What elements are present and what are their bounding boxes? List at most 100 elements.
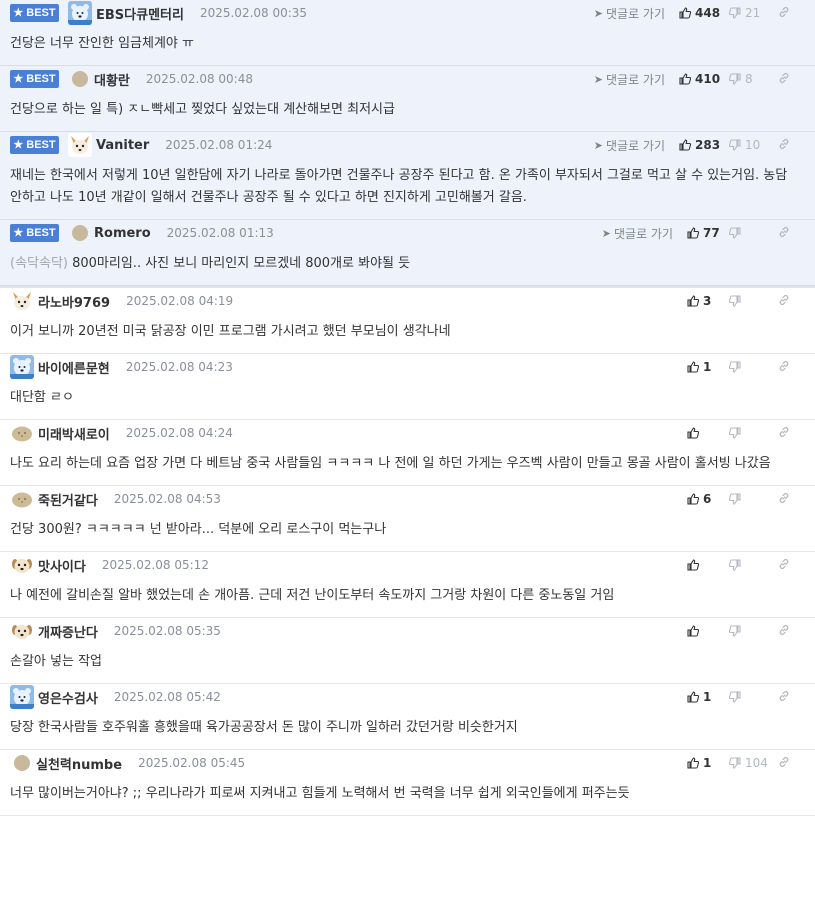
avatar[interactable] [10,685,34,709]
comment-text: 재네는 한국에서 저렇게 10년 일한담에 자기 나라로 돌아가면 건물주나 공… [10,168,788,205]
link-icon[interactable] [777,756,791,771]
link-icon[interactable] [777,558,791,573]
comment-body: 건당은 너무 잔인한 임금체계야 ㅠ [10,26,805,65]
link-icon[interactable] [777,360,791,375]
nickname[interactable]: Vaniter [96,138,149,153]
nickname[interactable]: 맛사이다 [38,556,86,575]
comment-header: 영은수검사 2025.02.08 05:42 ➤댓글로 가기 1 [10,684,805,710]
link-icon[interactable] [777,492,791,507]
downvote-button[interactable]: 8 [729,72,769,86]
go-to-reply-link[interactable]: ➤ 댓글로 가기 [602,225,673,242]
comment-text: 나 예전에 갈비손질 알바 했었는데 손 개아픔. 근데 저건 난이도부터 속도… [10,588,615,603]
upvote-count: 1 [703,360,712,374]
comment-header: 라노바9769 2025.02.08 04:19 ➤댓글로 가기 3 [10,288,805,314]
upvote-button[interactable]: 1 [687,690,727,704]
downvote-button[interactable] [729,559,769,571]
go-to-reply-link[interactable]: ➤ 댓글로 가기 [594,137,665,154]
upvote-count: 3 [703,294,712,308]
nickname[interactable]: 라노바9769 [38,292,110,311]
thumbs-up-icon [679,7,691,19]
nickname[interactable]: 영은수검사 [38,688,98,707]
downvote-button[interactable] [729,427,769,439]
upvote-button[interactable]: 6 [687,492,727,506]
go-to-reply-link[interactable]: ➤ 댓글로 가기 [594,71,665,88]
nickname[interactable]: 실천력numbe [36,754,122,773]
downvote-button[interactable]: 21 [729,6,769,20]
nickname[interactable]: EBS다큐멘터리 [96,4,184,23]
link-icon[interactable] [777,72,791,87]
thumbs-down-icon [729,691,741,703]
upvote-button[interactable]: 77 [687,226,727,240]
downvote-button[interactable] [729,691,769,703]
link-icon[interactable] [777,690,791,705]
upvote-count: 410 [695,72,721,86]
downvote-button[interactable] [729,361,769,373]
downvote-button[interactable]: 104 [729,756,769,770]
avatar[interactable] [10,289,34,313]
nickname[interactable]: 바이에른문현 [38,358,110,377]
comment-actions: ➤댓글로 가기 [602,552,791,578]
link-icon[interactable] [777,6,791,21]
comment-actions: ➤댓글로 가기 1 [602,684,791,710]
avatar[interactable] [10,355,34,379]
comment-date: 2025.02.08 05:42 [113,690,221,704]
comment-header: ★ BEST 대황란 2025.02.08 00:48 ➤ 댓글로 가기 410 8 [10,66,805,92]
comment-body: 대단함 ㄹㅇ [10,380,805,419]
nickname[interactable]: 대황란 [94,70,130,89]
thumbs-up-icon [687,691,699,703]
downvote-button[interactable] [729,295,769,307]
avatar[interactable] [10,487,34,511]
upvote-button[interactable]: 1 [687,756,727,770]
upvote-button[interactable]: 3 [687,294,727,308]
thumbs-down-icon [729,361,741,373]
avatar[interactable] [68,1,92,25]
comment-actions: ➤ 댓글로 가기 283 10 [594,132,791,158]
upvote-button[interactable]: 448 [679,6,727,20]
comment-body: 건당 300원? ㅋㅋㅋㅋㅋ 넌 받아라... 덕분에 오리 로스구이 먹는구나 [10,512,805,551]
comment-list: ★ BEST EBS다큐멘터리 2025.02.08 00:35 ➤ 댓글로 가기 … [0,0,815,816]
downvote-count: 21 [745,6,761,20]
comment-prefix: (속닥속닥) [10,256,68,271]
upvote-button[interactable]: 410 [679,72,727,86]
comment-actions: ➤댓글로 가기 [602,420,791,446]
link-icon[interactable] [777,294,791,309]
downvote-count: 8 [745,72,753,86]
go-to-reply-link[interactable]: ➤ 댓글로 가기 [594,5,665,22]
upvote-button[interactable] [687,625,727,637]
upvote-button[interactable] [687,559,727,571]
comment-text: 손갈아 넣는 작업 [10,654,102,669]
nickname[interactable]: 개짜증난다 [38,622,98,641]
comment-date: 2025.02.08 05:35 [113,624,221,638]
avatar[interactable] [10,553,34,577]
avatar-dot[interactable] [72,225,88,241]
thumbs-down-icon [729,493,741,505]
comment-date: 2025.02.08 01:13 [166,226,274,240]
downvote-button[interactable] [729,625,769,637]
comment-text: 건당으로 하는 일 특) ㅈㄴ빡세고 찢었다 싶었는대 계산해보면 최저시급 [10,102,395,117]
comment-body: 손갈아 넣는 작업 [10,644,805,683]
downvote-button[interactable] [729,227,769,239]
best-badge-label: BEST [26,7,56,19]
avatar[interactable] [10,421,34,445]
send-icon: ➤ [593,72,603,86]
best-badge-label: BEST [26,73,56,85]
avatar-dot[interactable] [72,71,88,87]
link-icon[interactable] [777,426,791,441]
downvote-button[interactable]: 10 [729,138,769,152]
nickname[interactable]: 죽된거같다 [38,490,98,509]
link-icon[interactable] [777,624,791,639]
thumbs-down-icon [729,295,741,307]
downvote-count: 104 [745,756,768,770]
upvote-button[interactable] [687,427,727,439]
link-icon[interactable] [777,226,791,241]
nickname[interactable]: 미래박새로이 [38,424,110,443]
link-icon[interactable] [777,138,791,153]
comment-body: 너무 많이버는거아냐? ;; 우리나라가 피로써 지켜내고 힘들게 노력해서 번… [10,776,805,815]
avatar-dot[interactable] [14,755,30,771]
downvote-button[interactable] [729,493,769,505]
nickname[interactable]: Romero [94,226,151,241]
upvote-button[interactable]: 283 [679,138,727,152]
avatar[interactable] [68,133,92,157]
upvote-button[interactable]: 1 [687,360,727,374]
avatar[interactable] [10,619,34,643]
